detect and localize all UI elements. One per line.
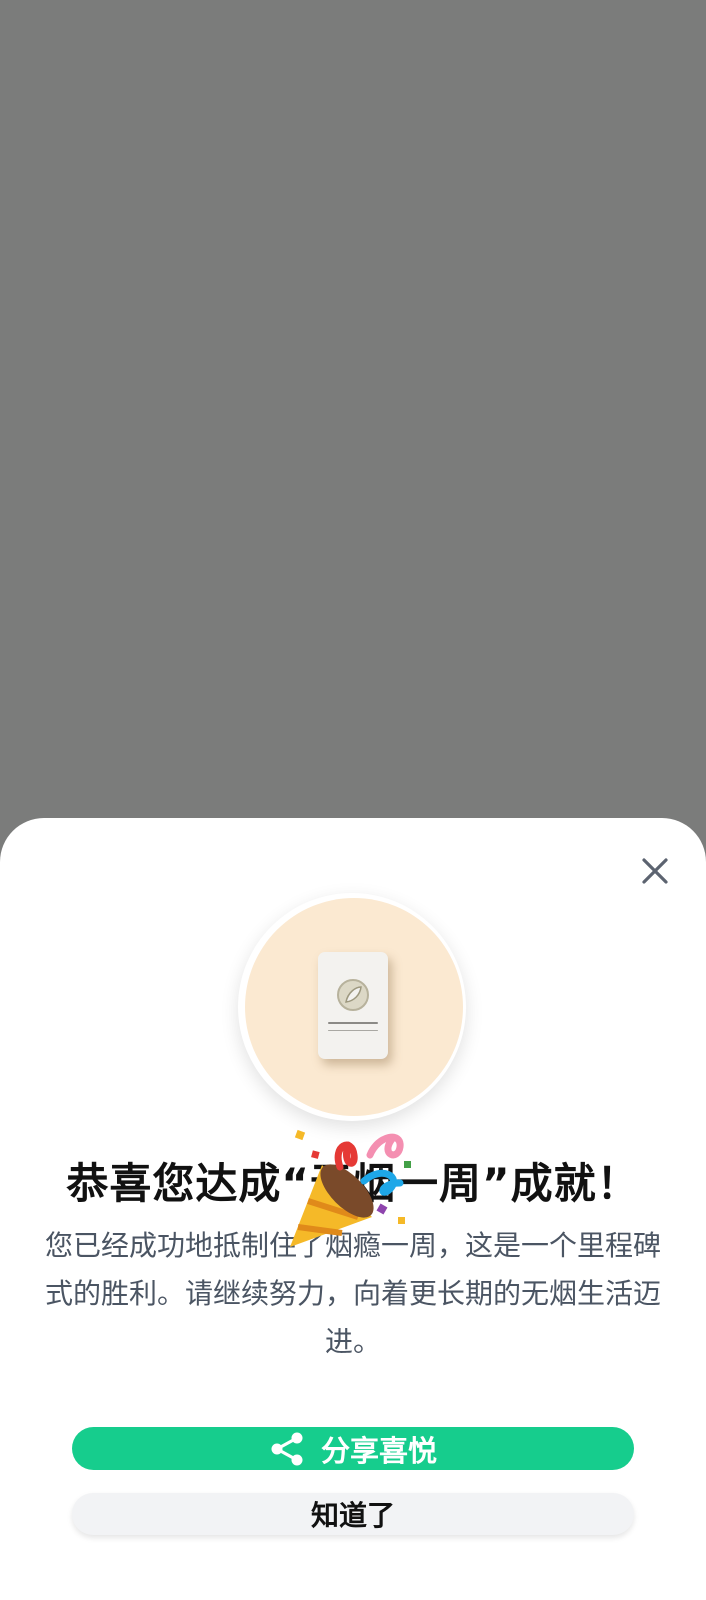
card-text-line [328, 1022, 378, 1024]
close-icon[interactable] [636, 852, 674, 890]
acknowledge-button[interactable]: 知道了 [72, 1493, 634, 1535]
share-button-label: 分享喜悦 [320, 1433, 437, 1468]
share-button[interactable]: 分享喜悦 [72, 1427, 634, 1470]
badge-card-image [318, 952, 388, 1059]
party-popper-icon [290, 1129, 411, 1247]
share-icon [271, 1432, 303, 1465]
leaf-logo-icon [337, 979, 369, 1011]
acknowledge-button-label: 知道了 [310, 1499, 395, 1532]
card-text-line [328, 1030, 378, 1031]
dim-overlay[interactable] [0, 0, 706, 820]
